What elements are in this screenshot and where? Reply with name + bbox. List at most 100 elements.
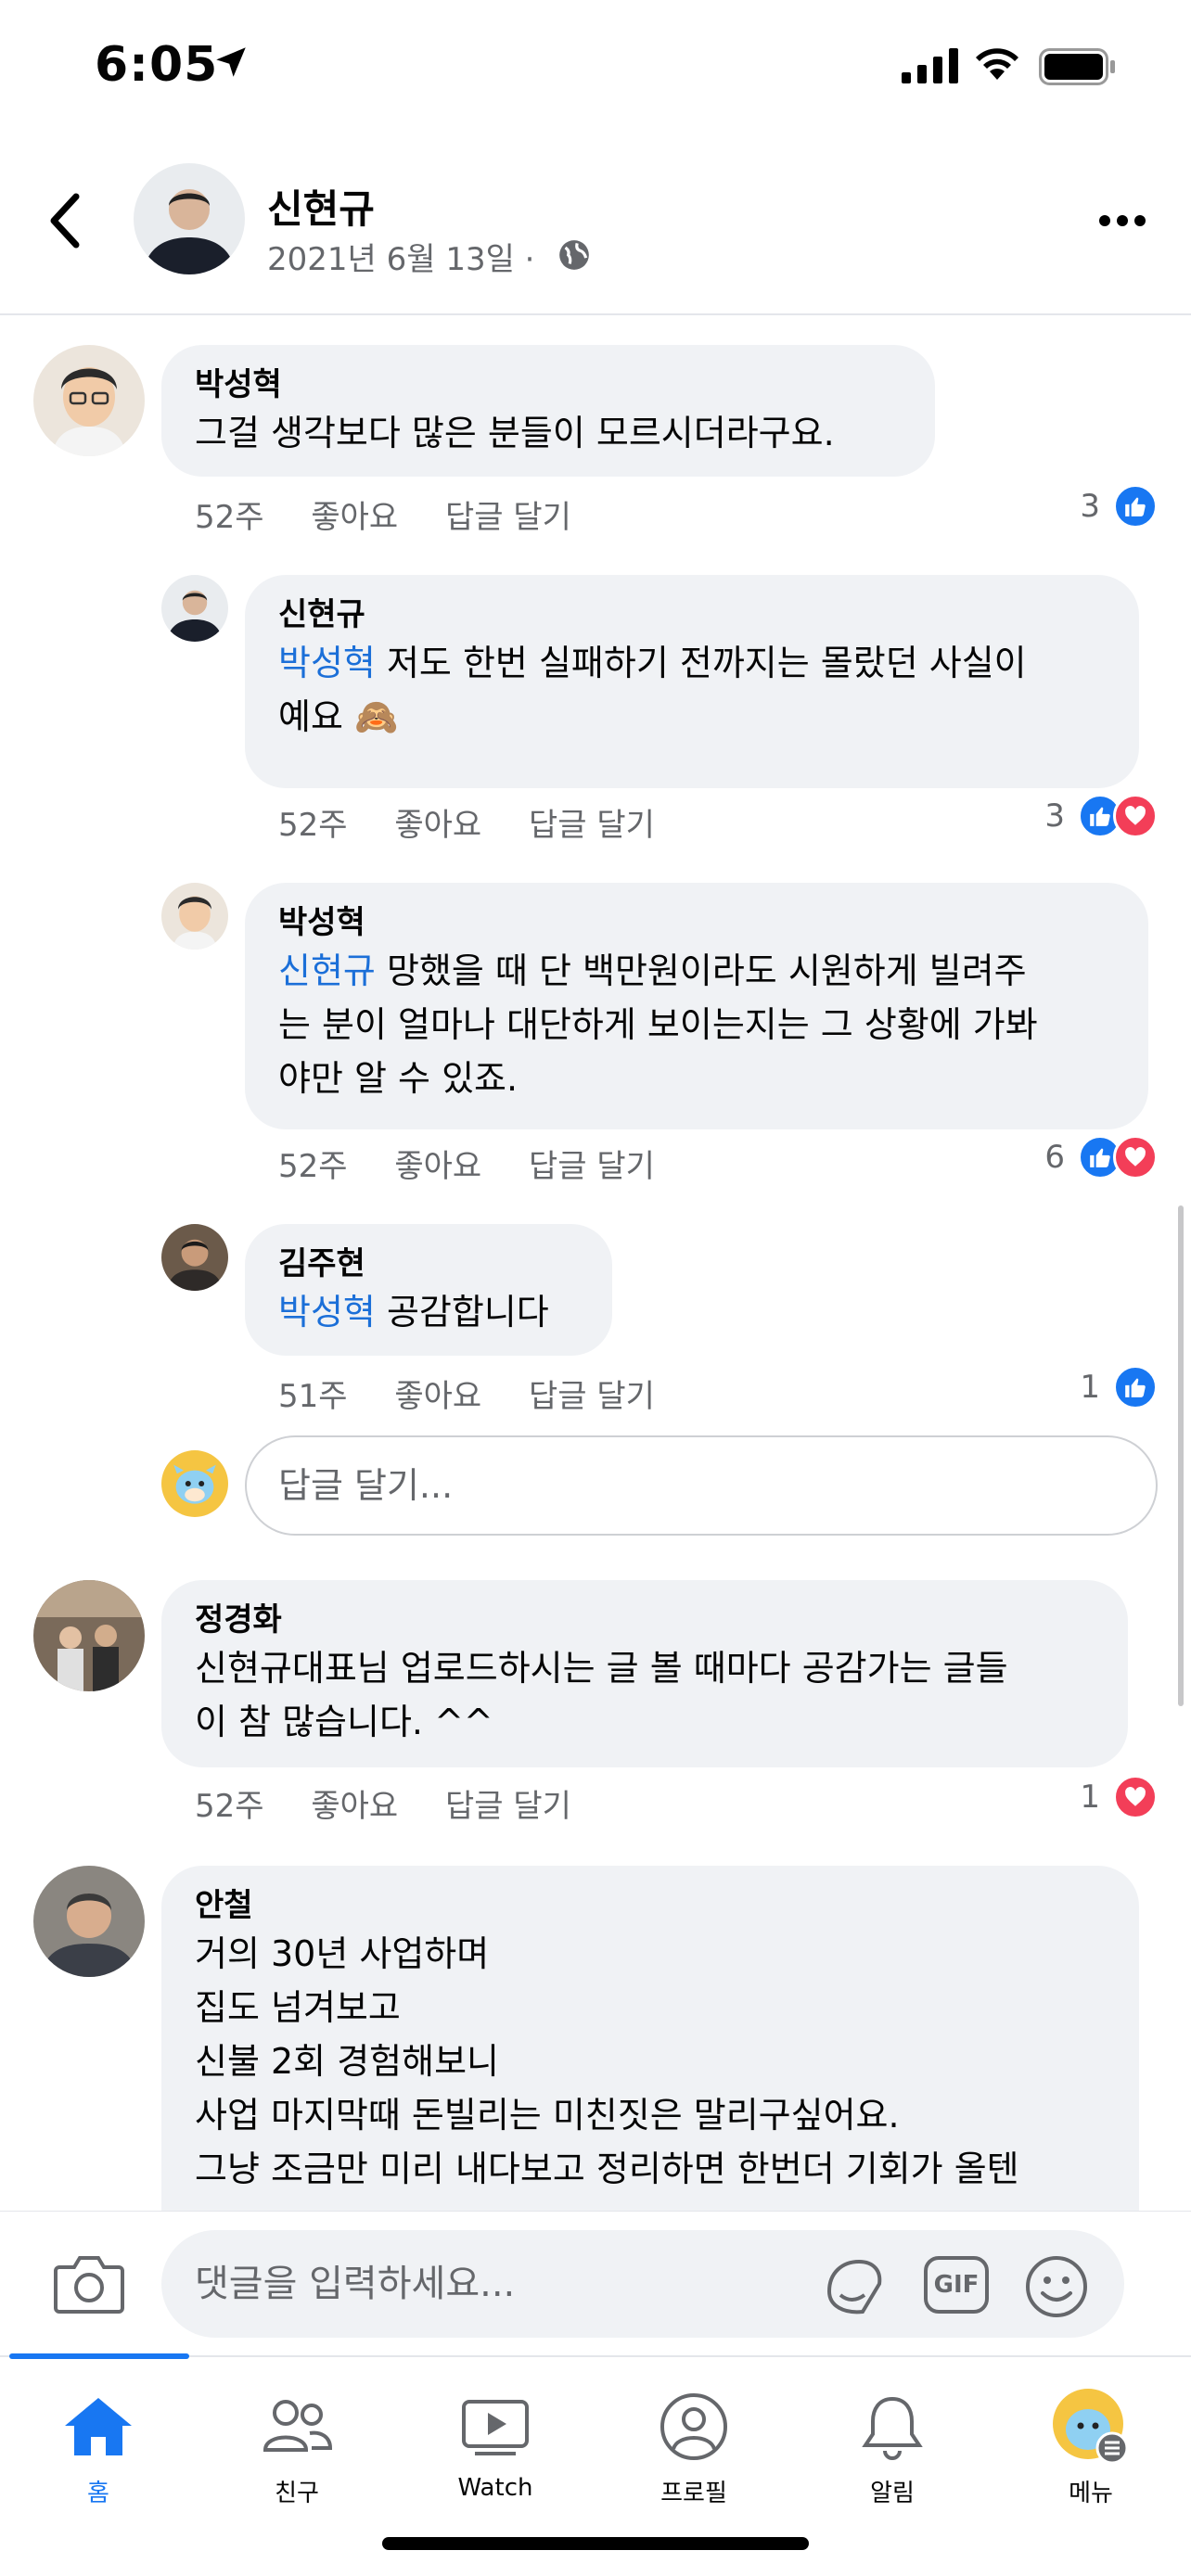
tab-profile[interactable]: 프로필	[620, 2385, 768, 2508]
comment-age: 52주	[278, 1148, 348, 1185]
tab-notifications[interactable]: 알림	[818, 2385, 967, 2508]
mention-link[interactable]: 박성혁	[278, 643, 376, 683]
status-time: 6:05	[95, 37, 219, 93]
reply-link[interactable]: 답글 달기	[529, 1371, 655, 1416]
comment-bubble[interactable]: 정경화 신현규대표님 업로드하시는 글 볼 때마다 공감가는 글들 이 참 많습…	[161, 1580, 1128, 1767]
reaction-summary[interactable]: 1	[1080, 1775, 1158, 1819]
like-link[interactable]: 좋아요	[394, 1141, 481, 1186]
like-reaction-icon	[1113, 1365, 1158, 1409]
reply-link[interactable]: 답글 달기	[529, 1141, 655, 1186]
tab-label: 메뉴	[1069, 2480, 1113, 2507]
status-bar: 6:05	[0, 0, 1191, 130]
comment-age: 52주	[278, 807, 348, 844]
post-header: 신현규 2021년 6월 13일 ·	[0, 130, 1191, 315]
comment-bubble[interactable]: 신현규 박성혁 저도 한번 실패하기 전까지는 몰랐던 사실이 예요 🙈	[245, 575, 1139, 788]
more-options-icon[interactable]	[1098, 213, 1146, 228]
reaction-count: 3	[1044, 797, 1065, 835]
cellular-signal-icon	[902, 48, 958, 83]
comment-text: 그냥 조금만 미리 내다보고 정리하면 한번더 기회가 올텐	[195, 2149, 1019, 2189]
tab-label: 친구	[275, 2480, 319, 2507]
camera-icon[interactable]	[54, 2252, 124, 2314]
reaction-count: 6	[1044, 1139, 1065, 1176]
bell-icon	[862, 2396, 923, 2460]
author-name[interactable]: 신현규	[267, 178, 375, 235]
friends-icon	[263, 2400, 333, 2452]
comment-meta: 52주 좋아요 답글 달기	[278, 799, 655, 845]
watch-icon	[462, 2400, 529, 2455]
commenter-avatar[interactable]	[161, 575, 228, 642]
comment-author[interactable]: 안철	[195, 1884, 1106, 1927]
comment-bubble[interactable]: 김주현 박성혁 공감합니다	[245, 1224, 612, 1356]
tab-friends[interactable]: 친구	[223, 2385, 371, 2508]
comment-author[interactable]: 정경화	[195, 1599, 1095, 1641]
like-link[interactable]: 좋아요	[311, 491, 398, 537]
author-avatar[interactable]	[134, 163, 245, 274]
like-link[interactable]: 좋아요	[394, 1371, 481, 1416]
commenter-avatar[interactable]	[33, 1866, 145, 1977]
reply-input[interactable]: 답글 달기...	[245, 1435, 1158, 1536]
comment-age: 52주	[195, 1788, 264, 1825]
tab-home[interactable]: 홈	[24, 2385, 173, 2508]
love-reaction-icon	[1113, 1775, 1158, 1819]
commenter-avatar[interactable]	[33, 345, 145, 456]
active-tab-indicator	[9, 2353, 189, 2359]
tab-watch[interactable]: Watch	[421, 2385, 570, 2502]
gif-button[interactable]: GIF	[924, 2256, 989, 2314]
reply-link[interactable]: 답글 달기	[445, 491, 571, 537]
scrollbar[interactable]	[1178, 1205, 1184, 1706]
sticker-icon[interactable]	[822, 2254, 887, 2319]
comment-bubble[interactable]: 안철 거의 30년 사업하며 집도 넘겨보고 신불 2회 경험해보니 사업 마지…	[161, 1866, 1139, 2255]
mention-link[interactable]: 박성혁	[278, 1292, 376, 1333]
battery-icon	[1039, 48, 1115, 85]
comment-author[interactable]: 박성혁	[195, 363, 902, 406]
like-link[interactable]: 좋아요	[311, 1780, 398, 1826]
reaction-count: 1	[1080, 1779, 1100, 1816]
commenter-avatar[interactable]	[161, 1224, 228, 1291]
wifi-icon	[976, 48, 1018, 80]
comment-bubble[interactable]: 박성혁 그걸 생각보다 많은 분들이 모르시더라구요.	[161, 345, 935, 477]
comment-meta: 52주 좋아요 답글 달기	[195, 1780, 571, 1826]
comment-text: 는 분이 얼마나 대단하게 보이는지는 그 상황에 가봐	[278, 1004, 1038, 1045]
comment-text: 이 참 많습니다. ^^	[195, 1702, 493, 1742]
reply-link[interactable]: 답글 달기	[529, 799, 655, 845]
comment-text: 박성혁 공감합니다	[278, 1292, 549, 1333]
comment-author[interactable]: 박성혁	[278, 901, 1115, 944]
reaction-count: 1	[1080, 1369, 1100, 1406]
reaction-summary[interactable]: 3	[1080, 484, 1158, 529]
tab-label: 홈	[87, 2480, 109, 2507]
comment-author[interactable]: 신현규	[278, 593, 1106, 636]
globe-privacy-icon	[559, 240, 589, 270]
reaction-summary[interactable]: 3	[1044, 794, 1158, 838]
reply-link[interactable]: 답글 달기	[445, 1780, 571, 1826]
back-chevron-icon[interactable]	[46, 191, 83, 250]
profile-icon	[660, 2393, 727, 2460]
comment-meta: 52주 좋아요 답글 달기	[278, 1141, 655, 1186]
comment-text: 신현규대표님 업로드하시는 글 볼 때마다 공감가는 글들	[195, 1648, 1008, 1689]
comment-text: 신불 2회 경험해보니	[195, 2041, 500, 2082]
home-icon	[65, 2398, 132, 2455]
love-reaction-icon	[1113, 1135, 1158, 1180]
emoji-icon[interactable]	[1024, 2254, 1089, 2319]
comment-text: 사업 마지막때 돈빌리는 미친짓은 말리구싶어요.	[195, 2095, 900, 2136]
comment-text: 박성혁 저도 한번 실패하기 전까지는 몰랐던 사실이	[278, 643, 1027, 683]
like-link[interactable]: 좋아요	[394, 799, 481, 845]
commenter-avatar[interactable]	[33, 1580, 145, 1691]
comment-bubble[interactable]: 박성혁 신현규 망했을 때 단 백만원이라도 시원하게 빌려주 는 분이 얼마나…	[245, 883, 1148, 1129]
reaction-summary[interactable]: 1	[1080, 1365, 1158, 1409]
comment-text: 신현규 망했을 때 단 백만원이라도 시원하게 빌려주	[278, 950, 1027, 991]
love-reaction-icon	[1113, 794, 1158, 838]
tab-menu[interactable]: 메뉴	[1017, 2385, 1165, 2508]
comment-age: 52주	[195, 499, 264, 536]
like-reaction-icon	[1113, 484, 1158, 529]
mention-link[interactable]: 신현규	[278, 950, 376, 991]
commenter-avatar[interactable]	[161, 883, 228, 950]
location-arrow-icon	[216, 47, 246, 77]
comment-author[interactable]: 김주현	[278, 1243, 579, 1285]
home-indicator	[382, 2537, 809, 2550]
comment-text: 야만 알 수 있죠.	[278, 1058, 519, 1099]
tab-label: 프로필	[660, 2480, 727, 2507]
reaction-summary[interactable]: 6	[1044, 1135, 1158, 1180]
comment-age: 51주	[278, 1378, 348, 1415]
comment-text: 집도 넘겨보고	[195, 1987, 401, 2028]
comment-text: 예요 🙈	[278, 696, 399, 737]
